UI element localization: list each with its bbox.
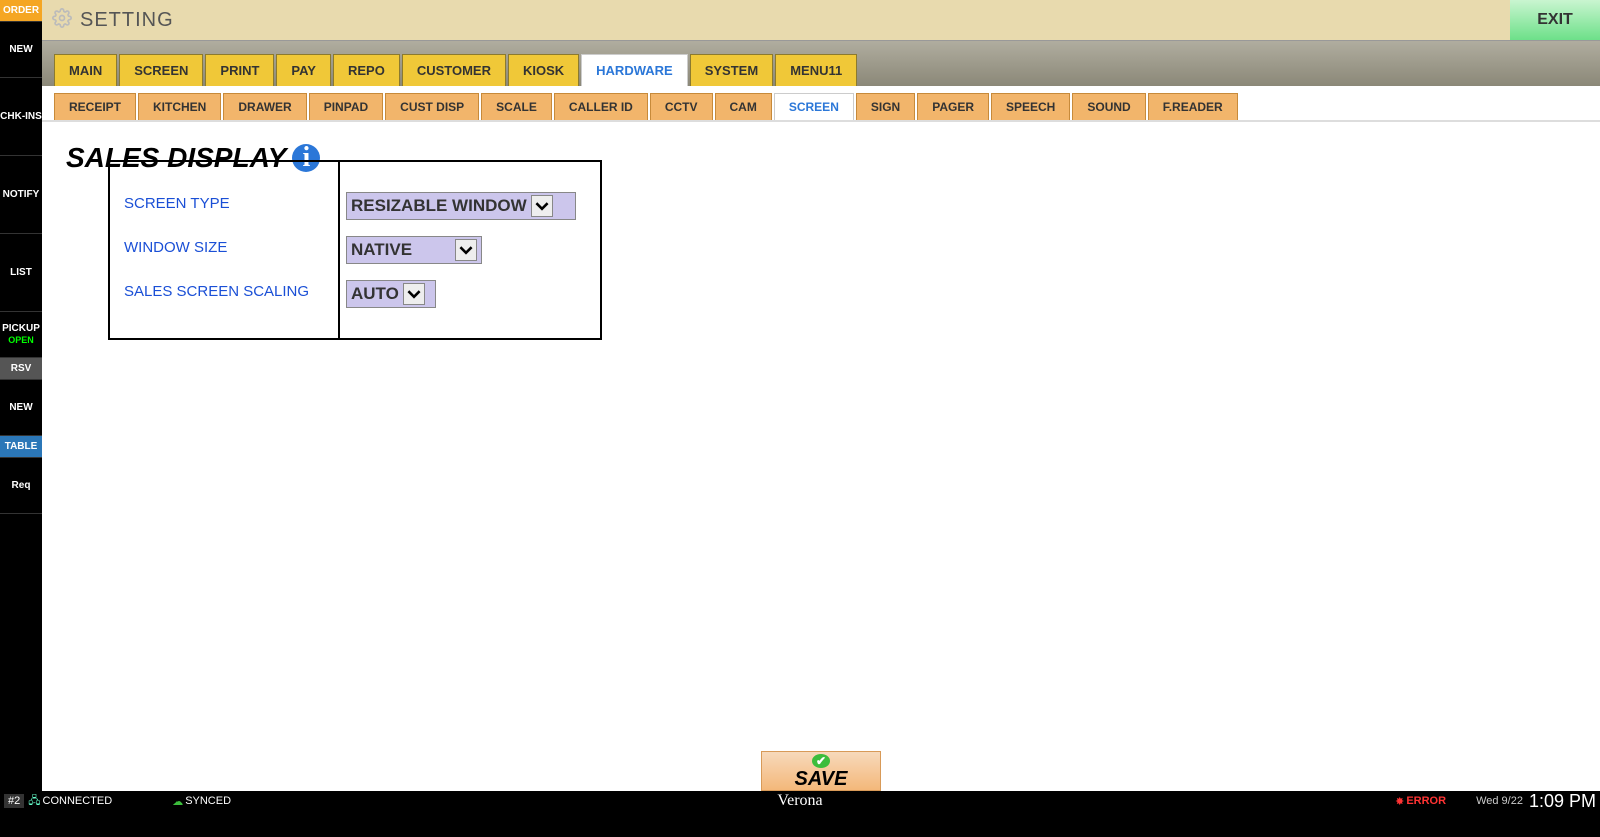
sidebar-pickup-status: OPEN <box>8 335 34 346</box>
dropdown-window-size[interactable]: NATIVE <box>346 236 482 264</box>
label-window-size: WINDOW SIZE <box>124 236 330 258</box>
chevron-down-icon <box>403 283 425 305</box>
check-icon: ✔ <box>812 754 830 768</box>
sidebar-notify[interactable]: NOTIFY <box>0 156 42 234</box>
main-panel: SETTING EXIT MAINSCREENPRINTPAYREPOCUSTO… <box>42 0 1600 791</box>
tab-menu11[interactable]: MENU11 <box>775 54 857 86</box>
dropdown-window-size-value: NATIVE <box>351 240 412 260</box>
primary-tabs: MAINSCREENPRINTPAYREPOCUSTOMERKIOSKHARDW… <box>42 40 1600 86</box>
form-controls: RESIZABLE WINDOW NATIVE AUTO <box>338 160 602 340</box>
error-status: ERROR <box>1406 795 1446 807</box>
subtab-caller-id[interactable]: CALLER ID <box>554 93 648 120</box>
tab-main[interactable]: MAIN <box>54 54 117 86</box>
sidebar-req[interactable]: Req <box>0 458 42 514</box>
tab-pay[interactable]: PAY <box>276 54 331 86</box>
chevron-down-icon <box>531 195 553 217</box>
subtab-drawer[interactable]: DRAWER <box>223 93 306 120</box>
sidebar-rsv[interactable]: RSV <box>0 358 42 380</box>
subtab-screen[interactable]: SCREEN <box>774 93 854 120</box>
subtab-pinpad[interactable]: PINPAD <box>309 93 383 120</box>
save-button[interactable]: ✔ SAVE <box>761 751 881 791</box>
subtab-cctv[interactable]: CCTV <box>650 93 713 120</box>
bottom-bar <box>0 811 1600 837</box>
subtab-scale[interactable]: SCALE <box>481 93 552 120</box>
secondary-tabs: RECEIPTKITCHENDRAWERPINPADCUST DISPSCALE… <box>42 86 1600 122</box>
brand-label: Verona <box>777 792 822 810</box>
gear-icon <box>52 8 72 33</box>
sidebar-order[interactable]: ORDER <box>0 0 42 22</box>
label-screen-type: SCREEN TYPE <box>124 192 330 214</box>
status-time: 1:09 PM <box>1529 791 1596 812</box>
tab-customer[interactable]: CUSTOMER <box>402 54 506 86</box>
subtab-cam[interactable]: CAM <box>715 93 772 120</box>
status-bar: #2 🖧 CONNECTED ☁ SYNCED Verona ✸ ERROR W… <box>0 791 1600 811</box>
save-button-label: SAVE <box>795 768 848 791</box>
error-icon: ✸ <box>1395 795 1404 808</box>
subtab-receipt[interactable]: RECEIPT <box>54 93 136 120</box>
exit-button[interactable]: EXIT <box>1510 0 1600 40</box>
page-title: SETTING <box>80 9 174 32</box>
tab-repo[interactable]: REPO <box>333 54 400 86</box>
content-area: SALES DISPLAY i SCREEN TYPE WINDOW SIZE … <box>42 122 1600 791</box>
titlebar: SETTING <box>42 0 1600 40</box>
dropdown-scaling-value: AUTO <box>351 284 399 304</box>
form-labels: SCREEN TYPE WINDOW SIZE SALES SCREEN SCA… <box>108 160 340 340</box>
connection-status: CONNECTED <box>43 795 113 807</box>
sidebar-pickup[interactable]: PICKUP OPEN <box>0 312 42 358</box>
sidebar: ORDER NEW CHK-INS NOTIFY LIST PICKUP OPE… <box>0 0 42 791</box>
tab-hardware[interactable]: HARDWARE <box>581 54 688 86</box>
dropdown-screen-type[interactable]: RESIZABLE WINDOW <box>346 192 576 220</box>
terminal-number: #2 <box>4 794 24 808</box>
sidebar-new2[interactable]: NEW <box>0 380 42 436</box>
subtab-speech[interactable]: SPEECH <box>991 93 1070 120</box>
dropdown-screen-type-value: RESIZABLE WINDOW <box>351 196 527 216</box>
tab-screen[interactable]: SCREEN <box>119 54 203 86</box>
connection-icon: 🖧 <box>28 792 40 811</box>
sync-status: SYNCED <box>185 795 231 807</box>
tab-print[interactable]: PRINT <box>205 54 274 86</box>
sidebar-table[interactable]: TABLE <box>0 436 42 458</box>
subtab-sign[interactable]: SIGN <box>856 93 915 120</box>
tab-system[interactable]: SYSTEM <box>690 54 773 86</box>
sidebar-chkins[interactable]: CHK-INS <box>0 78 42 156</box>
tab-kiosk[interactable]: KIOSK <box>508 54 579 86</box>
dropdown-scaling[interactable]: AUTO <box>346 280 436 308</box>
subtab-f-reader[interactable]: F.READER <box>1148 93 1238 120</box>
chevron-down-icon <box>455 239 477 261</box>
label-scaling: SALES SCREEN SCALING <box>124 280 330 302</box>
sidebar-new[interactable]: NEW <box>0 22 42 78</box>
subtab-cust-disp[interactable]: CUST DISP <box>385 93 479 120</box>
subtab-pager[interactable]: PAGER <box>917 93 989 120</box>
sidebar-pickup-label: PICKUP <box>2 323 40 335</box>
sidebar-list[interactable]: LIST <box>0 234 42 312</box>
subtab-kitchen[interactable]: KITCHEN <box>138 93 221 120</box>
status-date: Wed 9/22 <box>1476 795 1523 807</box>
subtab-sound[interactable]: SOUND <box>1072 93 1145 120</box>
sync-icon: ☁ <box>172 795 183 808</box>
